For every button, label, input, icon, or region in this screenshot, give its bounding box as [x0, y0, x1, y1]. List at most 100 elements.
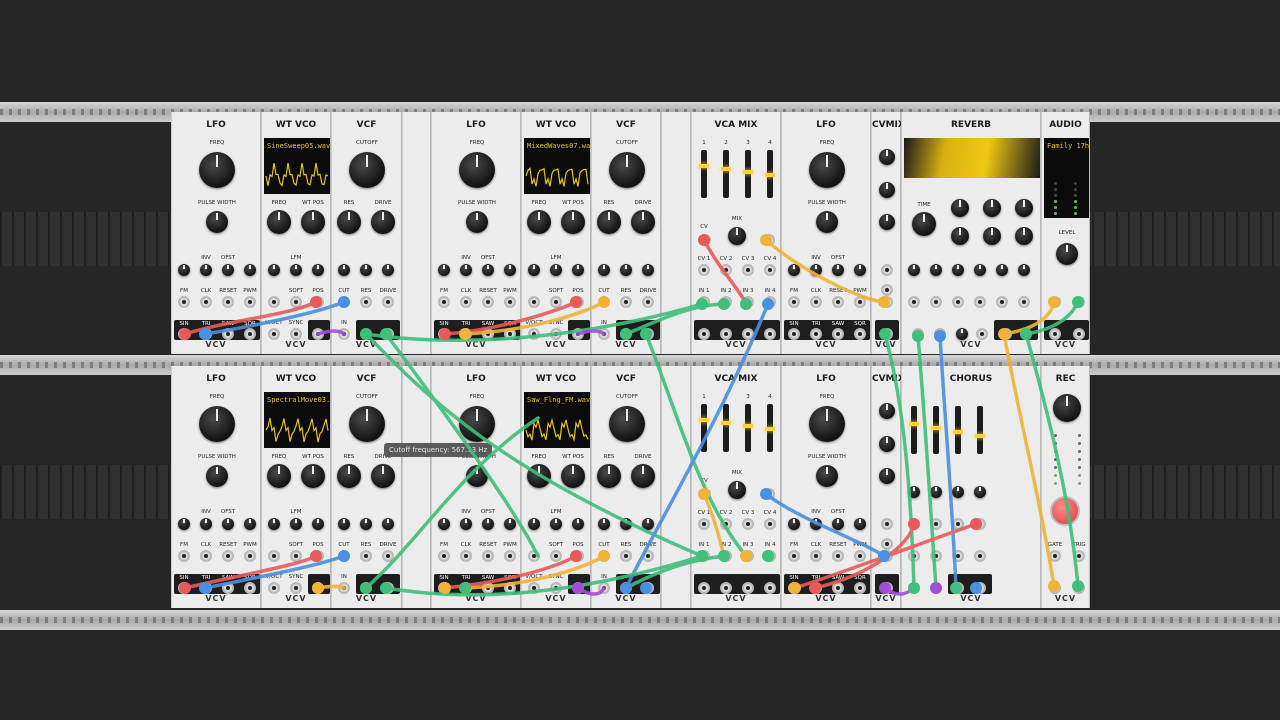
small-knob[interactable]: [598, 264, 610, 276]
small-knob[interactable]: [952, 486, 964, 498]
channel-fader[interactable]: [743, 404, 753, 452]
module-lfo[interactable]: LFO VCV FREQ PULSE WIDTH INV OFST FM CLK RESET PW…: [171, 112, 261, 354]
port-jack[interactable]: [764, 518, 776, 530]
port-jack[interactable]: [528, 582, 540, 594]
port-jack[interactable]: [810, 328, 822, 340]
port-jack[interactable]: [698, 582, 710, 594]
small-knob[interactable]: [178, 518, 190, 530]
pulse-width-knob[interactable]: [816, 211, 838, 233]
pulse-width-knob[interactable]: [466, 465, 488, 487]
port-jack[interactable]: [881, 538, 893, 550]
rec-gain-knob[interactable]: [1053, 394, 1081, 422]
port-jack[interactable]: [268, 296, 280, 308]
small-knob[interactable]: [200, 264, 212, 276]
port-jack[interactable]: [832, 296, 844, 308]
port-jack[interactable]: [382, 550, 394, 562]
port-jack[interactable]: [550, 550, 562, 562]
freq-knob[interactable]: [809, 152, 845, 188]
port-jack[interactable]: [222, 582, 234, 594]
module-vcf[interactable]: VCF VCV CUTOFF RES DRIVE CUT RES DRIVE IN: [331, 366, 402, 608]
small-knob[interactable]: [244, 518, 256, 530]
port-jack[interactable]: [178, 582, 190, 594]
mix-knob[interactable]: [1015, 227, 1033, 245]
port-jack[interactable]: [698, 518, 710, 530]
port-jack[interactable]: [764, 582, 776, 594]
port-jack[interactable]: [1073, 550, 1085, 562]
cutoff-knob[interactable]: [609, 406, 645, 442]
small-knob[interactable]: [1018, 264, 1030, 276]
small-knob[interactable]: [178, 264, 190, 276]
port-jack[interactable]: [881, 264, 893, 276]
port-jack[interactable]: [699, 234, 711, 246]
port-jack[interactable]: [952, 296, 964, 308]
small-knob[interactable]: [620, 264, 632, 276]
small-knob[interactable]: [482, 264, 494, 276]
small-knob[interactable]: [244, 264, 256, 276]
port-jack[interactable]: [482, 328, 494, 340]
small-knob[interactable]: [996, 264, 1008, 276]
module-wt-vco[interactable]: WT VCO VCV SineSweep05.wav FREQ WT POS LFM SOF…: [261, 112, 331, 354]
port-jack[interactable]: [881, 518, 893, 530]
module-lfo[interactable]: LFO VCV FREQ PULSE WIDTH INV OFST FM CLK RESET PW…: [781, 112, 871, 354]
port-jack[interactable]: [854, 550, 866, 562]
small-knob[interactable]: [382, 518, 394, 530]
freq-knob[interactable]: [267, 464, 291, 488]
pulse-width-knob[interactable]: [206, 465, 228, 487]
port-jack[interactable]: [788, 328, 800, 340]
port-jack[interactable]: [290, 296, 302, 308]
chorus-fader[interactable]: [953, 406, 963, 454]
port-jack[interactable]: [881, 582, 893, 594]
res-knob[interactable]: [597, 464, 621, 488]
channel-fader[interactable]: [765, 150, 775, 198]
port-jack[interactable]: [200, 582, 212, 594]
small-knob[interactable]: [528, 264, 540, 276]
port-jack[interactable]: [832, 550, 844, 562]
port-jack[interactable]: [720, 518, 732, 530]
small-knob[interactable]: [930, 264, 942, 276]
port-jack[interactable]: [810, 296, 822, 308]
small-knob[interactable]: [642, 518, 654, 530]
freq-knob[interactable]: [527, 464, 551, 488]
port-jack[interactable]: [290, 550, 302, 562]
module-cvmix[interactable]: CVMIX VCV: [871, 366, 905, 608]
port-jack[interactable]: [460, 550, 472, 562]
port-jack[interactable]: [974, 518, 986, 530]
port-jack[interactable]: [244, 550, 256, 562]
module-vcf[interactable]: VCF VCV CUTOFF RES DRIVE CUT RES DRIVE IN: [591, 112, 661, 354]
cv-knob[interactable]: [879, 436, 895, 452]
module-vca-mix[interactable]: VCA MIX VCV 1 2 3 4 MIX CV CV 1 CV 2 CV 3 CV 4 IN 1I…: [691, 112, 781, 354]
port-jack[interactable]: [244, 582, 256, 594]
port-jack[interactable]: [881, 284, 893, 296]
small-knob[interactable]: [810, 518, 822, 530]
port-jack[interactable]: [620, 296, 632, 308]
chorus-fader[interactable]: [931, 406, 941, 454]
wavetable-display[interactable]: SpectralMove03.wav: [264, 392, 343, 448]
small-knob[interactable]: [312, 518, 324, 530]
port-jack[interactable]: [854, 582, 866, 594]
port-jack[interactable]: [312, 582, 324, 594]
res-knob[interactable]: [597, 210, 621, 234]
module-wt-vco[interactable]: WT VCO VCV MixedWaves07.wav FREQ WT POS LFM SO…: [521, 112, 594, 354]
port-jack[interactable]: [720, 550, 732, 562]
port-jack[interactable]: [460, 328, 472, 340]
port-jack[interactable]: [764, 296, 776, 308]
wt-pos-knob[interactable]: [301, 464, 325, 488]
small-knob[interactable]: [290, 518, 302, 530]
small-knob[interactable]: [854, 518, 866, 530]
port-jack[interactable]: [504, 550, 516, 562]
cutoff-knob[interactable]: [349, 406, 385, 442]
port-jack[interactable]: [438, 582, 450, 594]
port-jack[interactable]: [382, 296, 394, 308]
port-jack[interactable]: [698, 296, 710, 308]
res-knob[interactable]: [337, 464, 361, 488]
port-jack[interactable]: [598, 550, 610, 562]
cv-knob[interactable]: [879, 403, 895, 419]
port-jack[interactable]: [178, 550, 190, 562]
port-jack[interactable]: [908, 296, 920, 308]
port-jack[interactable]: [550, 582, 562, 594]
small-knob[interactable]: [222, 518, 234, 530]
port-jack[interactable]: [200, 296, 212, 308]
port-jack[interactable]: [742, 582, 754, 594]
port-jack[interactable]: [382, 328, 394, 340]
pulse-width-knob[interactable]: [206, 211, 228, 233]
